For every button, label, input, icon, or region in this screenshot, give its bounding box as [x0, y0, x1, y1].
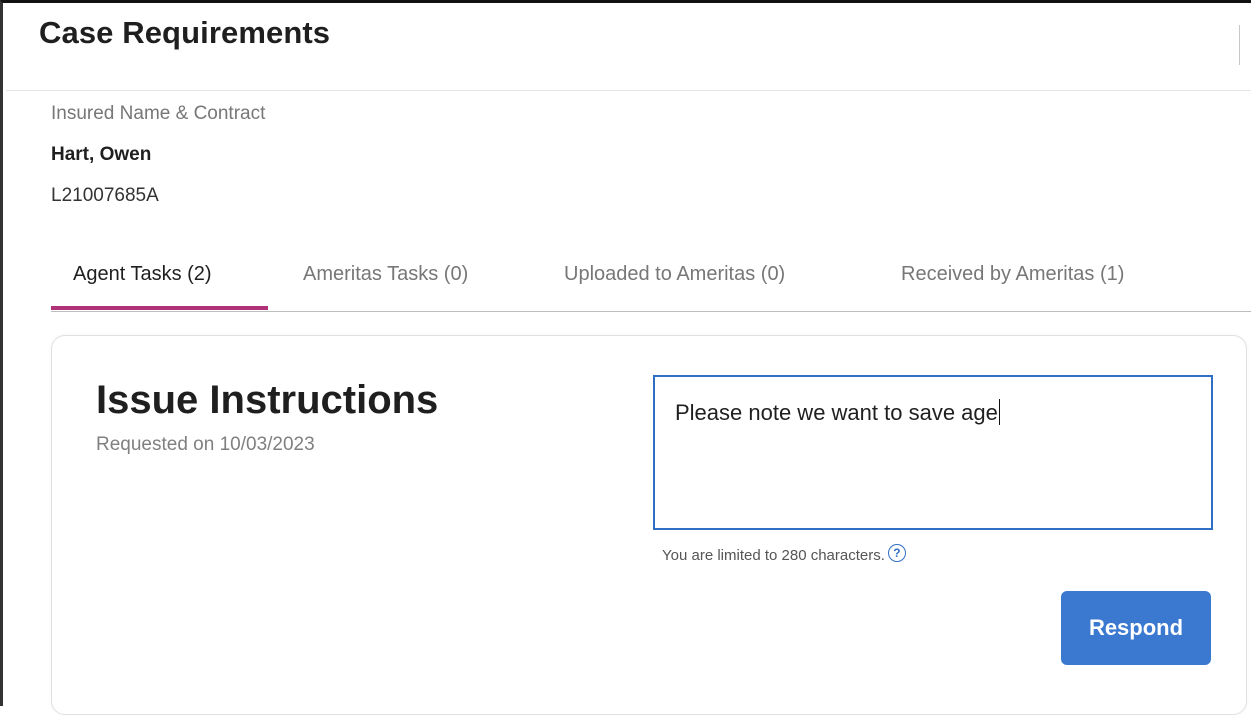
tab-uploaded-to-ameritas[interactable]: Uploaded to Ameritas (0): [564, 251, 785, 309]
task-card: Issue Instructions Requested on 10/03/20…: [51, 335, 1247, 715]
tab-received-by-ameritas[interactable]: Received by Ameritas (1): [901, 251, 1124, 309]
character-limit-hint: You are limited to 280 characters.?: [662, 544, 906, 564]
tab-agent-tasks[interactable]: Agent Tasks (2): [73, 251, 212, 309]
contract-number: L21007685A: [51, 185, 159, 206]
tab-ameritas-tasks[interactable]: Ameritas Tasks (0): [303, 251, 468, 309]
app-window: Case Requirements Insured Name & Contrac…: [0, 0, 1251, 715]
page-header: Case Requirements: [6, 6, 1251, 91]
respond-button[interactable]: Respond: [1061, 591, 1211, 665]
insured-label: Insured Name & Contract: [51, 103, 266, 124]
task-tabs: Agent Tasks (2) Ameritas Tasks (0) Uploa…: [51, 251, 1251, 312]
question-circle-icon[interactable]: ?: [887, 544, 906, 562]
text-caret: [998, 399, 1000, 425]
task-title: Issue Instructions: [96, 378, 439, 422]
page-title: Case Requirements: [39, 15, 331, 50]
active-tab-indicator: [51, 306, 268, 310]
character-limit-text: You are limited to 280 characters.: [662, 547, 885, 564]
task-requested-date: Requested on 10/03/2023: [96, 434, 315, 455]
response-textarea[interactable]: Please note we want to save age: [653, 375, 1213, 530]
insured-name: Hart, Owen: [51, 144, 152, 165]
response-text: Please note we want to save age: [675, 400, 998, 425]
